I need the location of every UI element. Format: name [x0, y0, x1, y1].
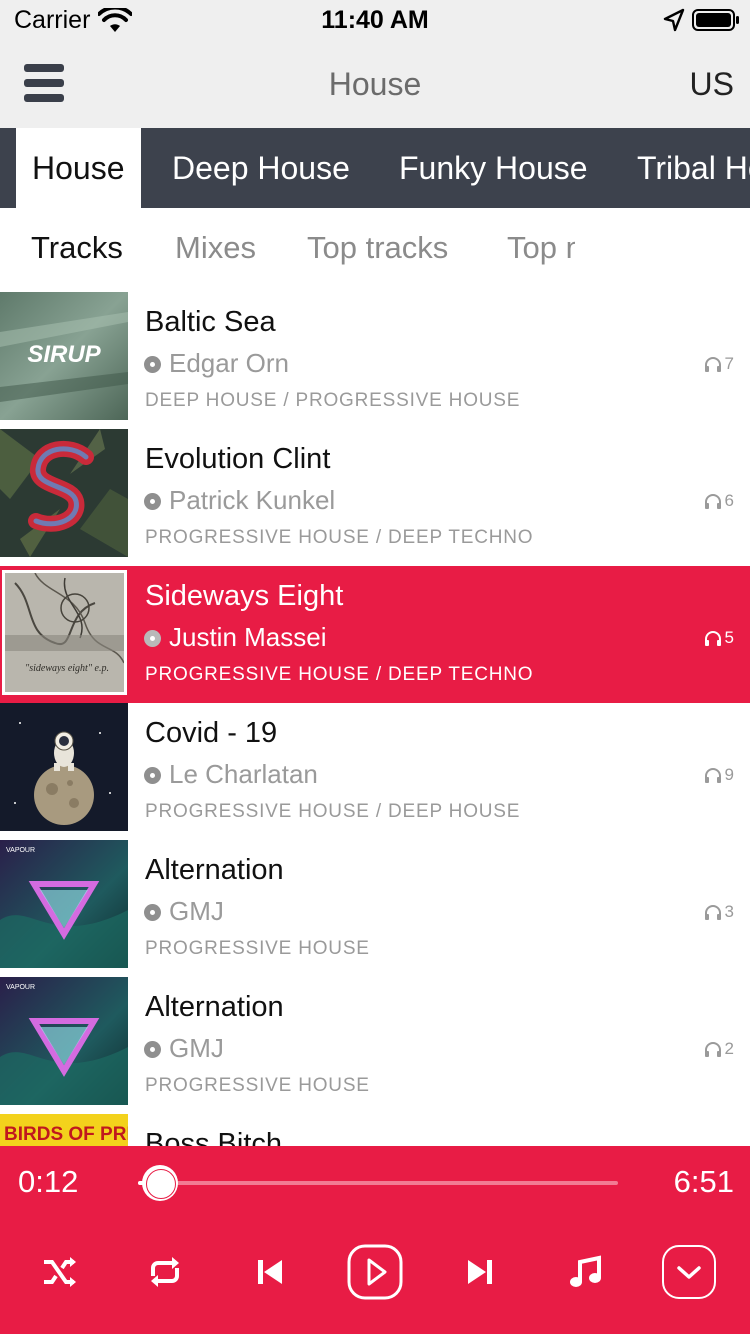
track-row[interactable]: BIRDS OF PREY Boss Bitch [0, 1114, 750, 1146]
track-list: SIRUP Baltic Sea Edgar Orn DEEP HOUSE / … [0, 292, 750, 1146]
disc-icon [144, 767, 161, 784]
track-row-selected[interactable]: "sideways eight" e.p. Sideways Eight Jus… [0, 566, 750, 703]
track-genres: PROGRESSIVE HOUSE [145, 1075, 370, 1096]
shuffle-icon[interactable] [32, 1244, 88, 1300]
skip-previous-icon[interactable] [242, 1244, 298, 1300]
play-count: 9 [704, 765, 734, 785]
headphones-icon [704, 357, 721, 372]
content-type-tab-bar: Tracks Mixes Top tracks Top mixes [0, 208, 750, 292]
track-title: Covid - 19 [145, 717, 278, 749]
tab-tracks[interactable]: Tracks [31, 230, 123, 266]
total-time: 6:51 [673, 1164, 734, 1199]
headphones-icon [704, 494, 721, 509]
cover-text: VAPOUR [6, 847, 35, 854]
cover-text: VAPOUR [6, 984, 35, 991]
play-count: 7 [704, 354, 734, 374]
track-row[interactable]: SIRUP Baltic Sea Edgar Orn DEEP HOUSE / … [0, 292, 750, 429]
play-count: 6 [704, 491, 734, 511]
location-arrow-icon [663, 8, 685, 32]
track-title: Alternation [145, 854, 284, 886]
track-artist: Le Charlatan [169, 759, 318, 789]
tab-mixes[interactable]: Mixes [175, 230, 256, 266]
track-genres: PROGRESSIVE HOUSE [145, 938, 370, 959]
album-cover: SIRUP [0, 292, 128, 420]
album-cover [0, 703, 128, 831]
play-count: 3 [704, 902, 734, 922]
status-time: 11:40 AM [321, 6, 429, 34]
track-title: Boss Bitch [145, 1128, 282, 1146]
track-title: Sideways Eight [145, 580, 344, 612]
album-cover: BIRDS OF PREY [0, 1114, 128, 1146]
track-genres: PROGRESSIVE HOUSE / DEEP TECHNO [145, 527, 534, 548]
tab-top-tracks[interactable]: Top tracks [307, 230, 448, 266]
cover-text: BIRDS OF PREY [4, 1124, 128, 1145]
album-cover [0, 429, 128, 557]
headphones-icon [704, 768, 721, 783]
progress-slider[interactable] [138, 1165, 618, 1201]
track-genres: PROGRESSIVE HOUSE / DEEP HOUSE [145, 801, 521, 822]
status-bar: Carrier 11:40 AM [0, 0, 750, 40]
headphones-icon [704, 631, 721, 646]
track-row[interactable]: VAPOUR Alternation GMJ PROGRESSIVE HOUSE… [0, 977, 750, 1114]
disc-icon [144, 904, 161, 921]
disc-icon [144, 356, 161, 373]
battery-icon [692, 9, 739, 31]
player-bar: 0:12 6:51 [0, 1146, 750, 1334]
genre-tab-bar: House Deep House Funky House Tribal Hous… [0, 128, 750, 208]
track-artist: GMJ [169, 896, 224, 926]
tab-house[interactable]: House [16, 128, 141, 208]
track-artist: Patrick Kunkel [169, 485, 336, 515]
cover-text: SIRUP [27, 341, 101, 368]
play-count: 5 [704, 628, 734, 648]
progress-thumb[interactable] [141, 1165, 178, 1201]
disc-icon [144, 493, 161, 510]
track-row[interactable]: Covid - 19 Le Charlatan PROGRESSIVE HOUS… [0, 703, 750, 840]
play-count: 2 [704, 1039, 734, 1059]
tab-deep-house[interactable]: Deep House [156, 128, 366, 208]
album-cover: VAPOUR [0, 977, 128, 1105]
track-genres: DEEP HOUSE / PROGRESSIVE HOUSE [145, 390, 521, 411]
tab-tribal-house[interactable]: Tribal House [621, 128, 750, 208]
hamburger-menu-icon[interactable] [24, 64, 64, 104]
track-row[interactable]: VAPOUR Alternation GMJ PROGRESSIVE HOUSE… [0, 840, 750, 977]
tab-top-mixes[interactable]: Top mixes [507, 230, 575, 266]
headphones-icon [704, 1042, 721, 1057]
disc-icon [144, 630, 161, 647]
tab-funky-house[interactable]: Funky House [383, 128, 604, 208]
album-cover: "sideways eight" e.p. [2, 570, 127, 695]
chevron-down-icon[interactable] [661, 1244, 717, 1300]
track-title: Baltic Sea [145, 306, 276, 338]
track-title: Alternation [145, 991, 284, 1023]
track-artist: Justin Massei [169, 622, 327, 652]
page-title: House [328, 66, 422, 102]
album-cover: VAPOUR [0, 840, 128, 968]
track-title: Evolution Clint [145, 443, 331, 475]
repeat-icon[interactable] [137, 1244, 193, 1300]
disc-icon [144, 1041, 161, 1058]
music-note-icon[interactable] [557, 1244, 613, 1300]
play-button[interactable] [347, 1244, 403, 1300]
navigation-bar: House US [0, 40, 750, 128]
headphones-icon [704, 905, 721, 920]
region-selector[interactable]: US [690, 66, 734, 103]
skip-next-icon[interactable] [452, 1244, 508, 1300]
track-artist: GMJ [169, 1033, 224, 1063]
cover-text: "sideways eight" e.p. [25, 663, 109, 674]
track-genres: PROGRESSIVE HOUSE / DEEP TECHNO [145, 664, 534, 685]
track-row[interactable]: Evolution Clint Patrick Kunkel PROGRESSI… [0, 429, 750, 566]
current-time: 0:12 [18, 1164, 79, 1199]
track-artist: Edgar Orn [169, 348, 289, 378]
